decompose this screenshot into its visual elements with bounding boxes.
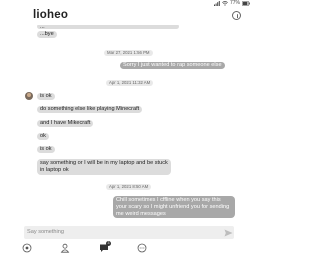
- unread-badge: 3: [106, 241, 111, 246]
- message-bubble-incoming: and I have Mikecraft: [37, 120, 94, 127]
- message-bubble-incoming: is ok: [37, 146, 55, 153]
- message-bubble-incoming: say something or I will be in my laptop …: [37, 159, 171, 175]
- chat-icon[interactable]: 3: [99, 241, 111, 253]
- message-list[interactable]: ... ...bye Mar 27, 2021 1:56 PM Sorry I …: [0, 20, 256, 224]
- signal-icon: [213, 1, 220, 6]
- message-timestamp: Apr 1, 2021 11:32 AM: [106, 80, 154, 86]
- status-icons: 77%: [213, 0, 250, 7]
- message-input[interactable]: Say something: [24, 226, 234, 239]
- avatar[interactable]: [25, 92, 33, 100]
- info-icon[interactable]: [232, 11, 241, 20]
- status-bar: 77%: [0, 0, 256, 7]
- message-input-placeholder: Say something: [27, 229, 65, 235]
- home-icon[interactable]: [22, 243, 32, 253]
- more-icon[interactable]: [137, 243, 147, 253]
- send-icon[interactable]: [224, 229, 233, 237]
- message-bubble-outgoing: Chill sometimes I cffline when you say t…: [113, 196, 235, 219]
- wifi-icon: [222, 1, 228, 6]
- message-timestamp: Apr 1, 2021 8:50 AM: [106, 184, 152, 190]
- message-bubble-incoming: do something else like playing Minecraft: [37, 106, 143, 113]
- profile-icon[interactable]: [60, 243, 70, 253]
- chat-title: lioheo: [33, 9, 69, 21]
- message-bubble-incoming: is ok: [37, 93, 55, 100]
- message-bubble-incoming: ...bye: [37, 31, 57, 38]
- message-bubble-outgoing: Sorry I just wanted to rap someone else: [120, 62, 225, 69]
- message-bubble-incoming: ok: [37, 133, 49, 140]
- battery-percent: 77%: [229, 0, 240, 6]
- bottom-navigation: 3: [0, 240, 256, 256]
- message-timestamp: Mar 27, 2021 1:56 PM: [104, 50, 153, 56]
- battery-icon: [242, 1, 250, 6]
- chat-header: lioheo: [0, 7, 256, 25]
